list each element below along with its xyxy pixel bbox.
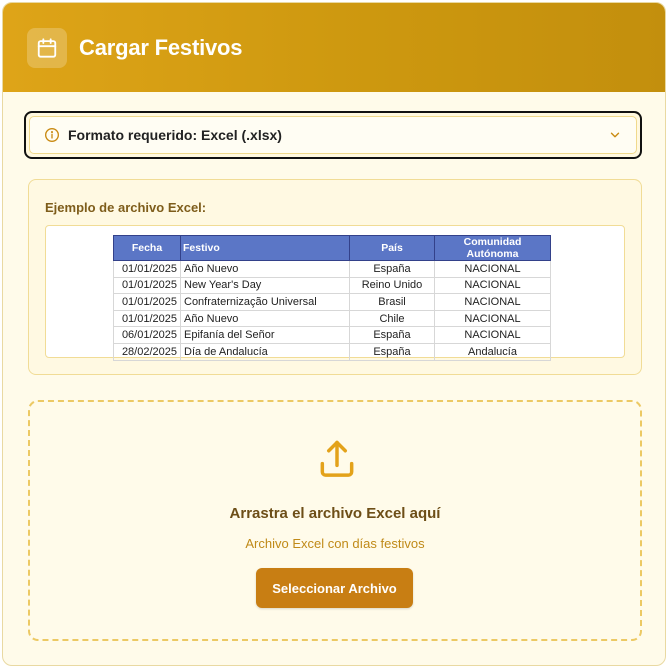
cell-comunidad: NACIONAL xyxy=(434,260,551,278)
calendar-icon xyxy=(27,27,67,68)
table-row: 28/02/2025 Día de Andalucía España Andal… xyxy=(113,342,551,361)
cell-pais: España xyxy=(349,326,435,344)
card-header: Cargar Festivos xyxy=(3,3,665,92)
format-requirement-toggle[interactable]: Formato requerido: Excel (.xlsx) xyxy=(24,111,642,159)
cell-pais: España xyxy=(349,260,435,278)
cell-fecha: 01/01/2025 xyxy=(113,293,181,311)
cell-comunidad: NACIONAL xyxy=(434,293,551,311)
excel-example-panel: Ejemplo de archivo Excel: Fecha Festivo … xyxy=(28,179,642,375)
column-header-fecha: Fecha xyxy=(113,235,181,261)
cell-festivo: Año Nuevo xyxy=(180,260,350,278)
page-title: Cargar Festivos xyxy=(79,34,243,60)
cell-festivo: New Year's Day xyxy=(180,276,350,295)
table-row: 01/01/2025 Año Nuevo Chile NACIONAL xyxy=(113,309,551,328)
chevron-down-icon[interactable] xyxy=(608,128,622,142)
cell-pais: Brasil xyxy=(349,293,435,311)
info-icon xyxy=(44,127,60,143)
cell-comunidad: NACIONAL xyxy=(434,276,551,295)
dropzone-title: Arrastra el archivo Excel aquí xyxy=(229,505,441,522)
cell-comunidad: Andalucía xyxy=(434,342,551,361)
table-header-row: Fecha Festivo País Comunidad Autónoma xyxy=(113,235,551,261)
table-row: 01/01/2025 Año Nuevo España NACIONAL xyxy=(113,260,551,278)
table-row: 01/01/2025 Confraternização Universal Br… xyxy=(113,293,551,311)
cell-pais: Chile xyxy=(349,309,435,328)
cell-fecha: 28/02/2025 xyxy=(113,342,181,361)
cell-festivo: Epifanía del Señor xyxy=(180,326,350,344)
cell-comunidad: NACIONAL xyxy=(434,326,551,344)
cell-festivo: Día de Andalucía xyxy=(180,342,350,361)
file-dropzone[interactable]: Arrastra el archivo Excel aquí Archivo E… xyxy=(28,400,642,641)
cell-comunidad: NACIONAL xyxy=(434,309,551,328)
cell-pais: Reino Unido xyxy=(349,276,435,295)
select-file-button[interactable]: Seleccionar Archivo xyxy=(256,568,413,608)
excel-example-title: Ejemplo de archivo Excel: xyxy=(45,200,207,215)
dropzone-subtitle: Archivo Excel con días festivos xyxy=(245,536,425,551)
format-requirement-row[interactable]: Formato requerido: Excel (.xlsx) xyxy=(29,116,637,154)
cell-fecha: 06/01/2025 xyxy=(113,326,181,344)
column-header-festivo: Festivo xyxy=(180,235,350,261)
column-header-pais: País xyxy=(349,235,435,261)
excel-example-image: Fecha Festivo País Comunidad Autónoma 01… xyxy=(45,225,625,361)
cell-festivo: Confraternização Universal xyxy=(180,293,350,311)
upload-icon xyxy=(315,437,359,486)
upload-holidays-card: Cargar Festivos Formato requerido: Excel… xyxy=(2,2,666,666)
format-requirement-label: Formato requerido: Excel (.xlsx) xyxy=(68,127,282,143)
cell-fecha: 01/01/2025 xyxy=(113,276,181,295)
table-row: 06/01/2025 Epifanía del Señor España NAC… xyxy=(113,326,551,344)
excel-example-table: Fecha Festivo País Comunidad Autónoma 01… xyxy=(113,235,551,361)
cell-fecha: 01/01/2025 xyxy=(113,260,181,278)
cell-festivo: Año Nuevo xyxy=(180,309,350,328)
cell-pais: España xyxy=(349,342,435,361)
column-header-comunidad: Comunidad Autónoma xyxy=(434,235,551,261)
cell-fecha: 01/01/2025 xyxy=(113,309,181,328)
table-row: 01/01/2025 New Year's Day Reino Unido NA… xyxy=(113,276,551,295)
